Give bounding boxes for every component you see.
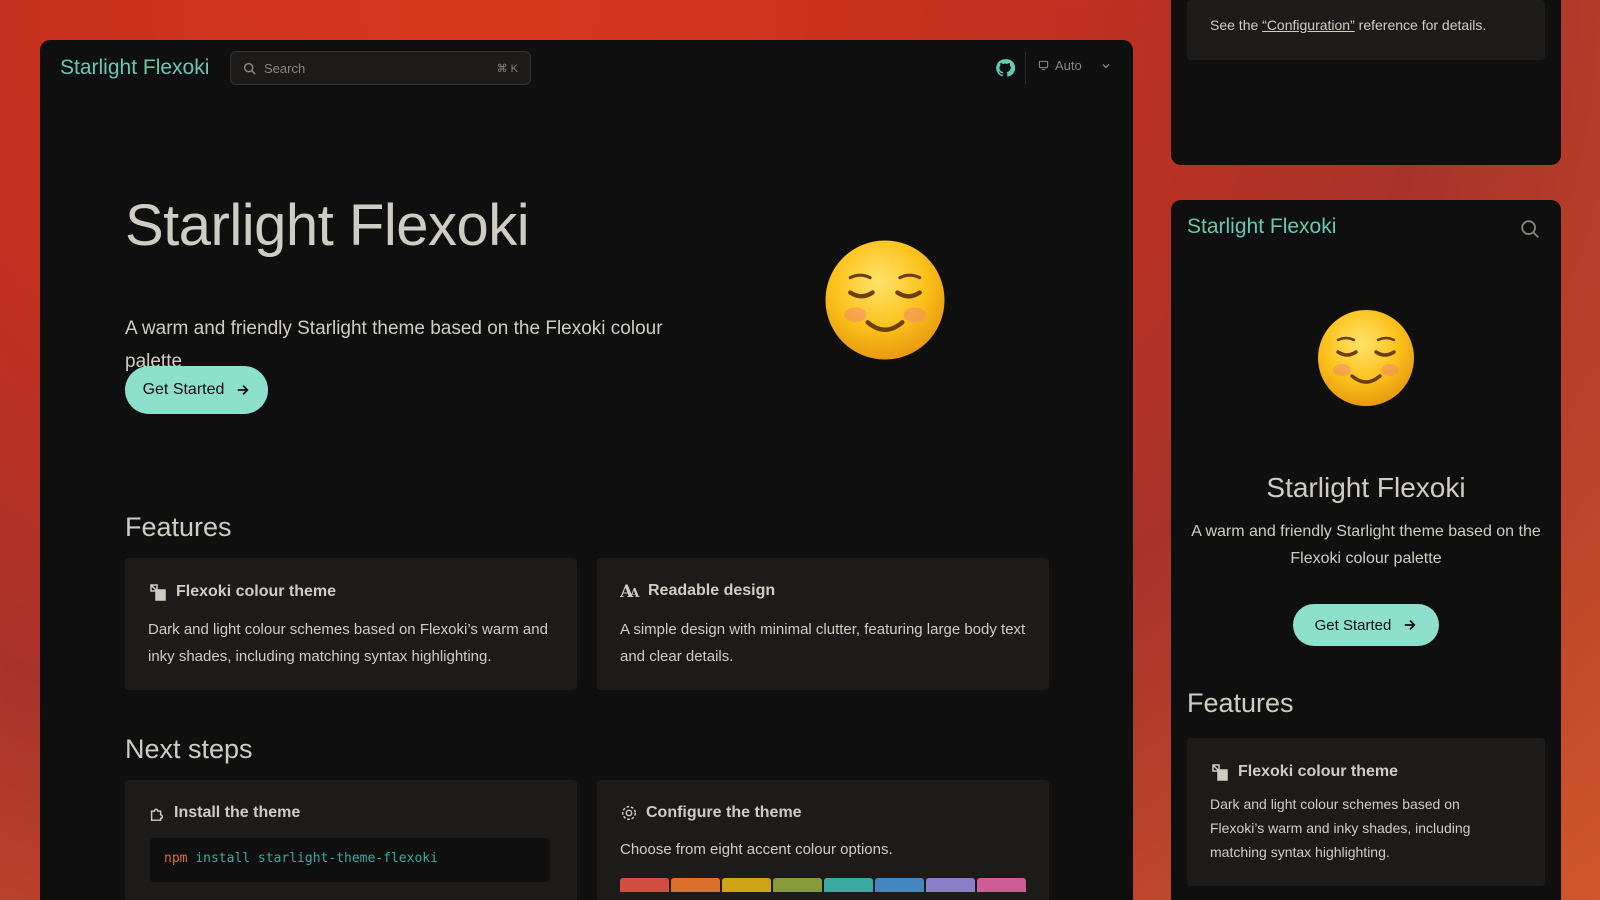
monitor-icon	[1038, 60, 1049, 71]
gear-icon	[621, 805, 637, 821]
features-heading: Features	[125, 512, 232, 542]
accent-swatch-5[interactable]	[824, 878, 873, 892]
palette-icon	[1212, 764, 1228, 781]
chevron-down-icon[interactable]	[1100, 60, 1112, 72]
feature-card-body: Dark and light colour schemes based on F…	[148, 621, 548, 665]
smiling-face-emoji	[825, 240, 945, 360]
search-icon[interactable]	[1519, 218, 1541, 240]
next-steps-heading: Next steps	[125, 734, 253, 764]
get-started-button[interactable]: Get Started	[125, 366, 268, 414]
accent-swatch-7[interactable]	[926, 878, 975, 892]
hero-title: Starlight Flexoki	[125, 193, 530, 258]
accent-swatch-4[interactable]	[773, 878, 822, 892]
accent-swatches	[620, 878, 1026, 892]
configure-card-title: Configure the theme	[620, 804, 802, 822]
install-card-title: Install the theme	[148, 804, 300, 822]
search-placeholder: Search	[264, 60, 306, 76]
accent-swatch-8[interactable]	[977, 878, 1026, 892]
accent-swatch-1[interactable]	[620, 878, 669, 892]
mobile-feature-card-body: Dark and light colour schemes based on F…	[1210, 796, 1471, 860]
install-card: Install the theme npm install starlight-…	[125, 780, 577, 900]
configure-card: Configure the theme Choose from eight ac…	[597, 780, 1049, 900]
feature-card-title: AA Readable design	[620, 582, 776, 600]
header-divider	[1025, 52, 1026, 84]
feature-card: Flexoki colour theme Dark and light colo…	[125, 558, 577, 690]
feature-card-body: A simple design with minimal clutter, fe…	[620, 621, 1026, 665]
search-shortcut: ⌘ K	[496, 62, 518, 75]
accent-swatch-6[interactable]	[875, 878, 924, 892]
font-icon: AA	[620, 582, 640, 600]
theme-select-value: Auto	[1055, 58, 1082, 73]
mobile-get-started-button[interactable]: Get Started	[1293, 604, 1439, 646]
palette-icon	[150, 584, 166, 601]
mobile-feature-card-title: Flexoki colour theme	[1210, 762, 1398, 782]
puzzle-icon	[150, 808, 164, 821]
github-icon[interactable]	[995, 58, 1015, 78]
svg-text:A: A	[629, 586, 640, 600]
config-note: See the “Configuration” reference for de…	[1187, 0, 1545, 60]
install-code-block[interactable]: npm install starlight-theme-flexoki	[150, 838, 550, 882]
arrow-right-icon	[238, 385, 250, 395]
mobile-window: Starlight Flexoki Starlight Flexoki A wa…	[1171, 200, 1561, 900]
configuration-link[interactable]: “Configuration”	[1262, 17, 1355, 33]
mobile-features-heading: Features	[1187, 688, 1294, 718]
theme-select[interactable]: Auto	[1038, 58, 1082, 73]
search-button[interactable]: Search ⌘ K	[230, 51, 531, 85]
arrow-right-icon	[1405, 620, 1416, 630]
side-window-top: See the “Configuration” reference for de…	[1171, 0, 1561, 165]
site-header: Starlight Flexoki Search ⌘ K Auto	[40, 40, 1133, 96]
accent-swatch-2[interactable]	[671, 878, 720, 892]
desktop-window: Starlight Flexoki Search ⌘ K Auto Starli…	[40, 40, 1133, 900]
search-icon	[243, 62, 256, 75]
accent-swatch-3[interactable]	[722, 878, 771, 892]
mobile-feature-card: Flexoki colour theme Dark and light colo…	[1187, 738, 1545, 886]
mobile-hero-title: Starlight Flexoki	[1266, 472, 1466, 503]
smiling-face-emoji	[1318, 310, 1414, 406]
configure-card-body: Choose from eight accent colour options.	[620, 841, 893, 858]
feature-card: AA Readable design A simple design with …	[597, 558, 1049, 690]
feature-card-title: Flexoki colour theme	[148, 582, 336, 602]
get-started-label: Get Started	[142, 381, 225, 398]
mobile-hero-tagline: A warm and friendly Starlight theme base…	[1191, 523, 1541, 567]
mobile-site-title[interactable]: Starlight Flexoki	[1187, 215, 1336, 239]
site-title-link[interactable]: Starlight Flexoki	[60, 56, 209, 80]
